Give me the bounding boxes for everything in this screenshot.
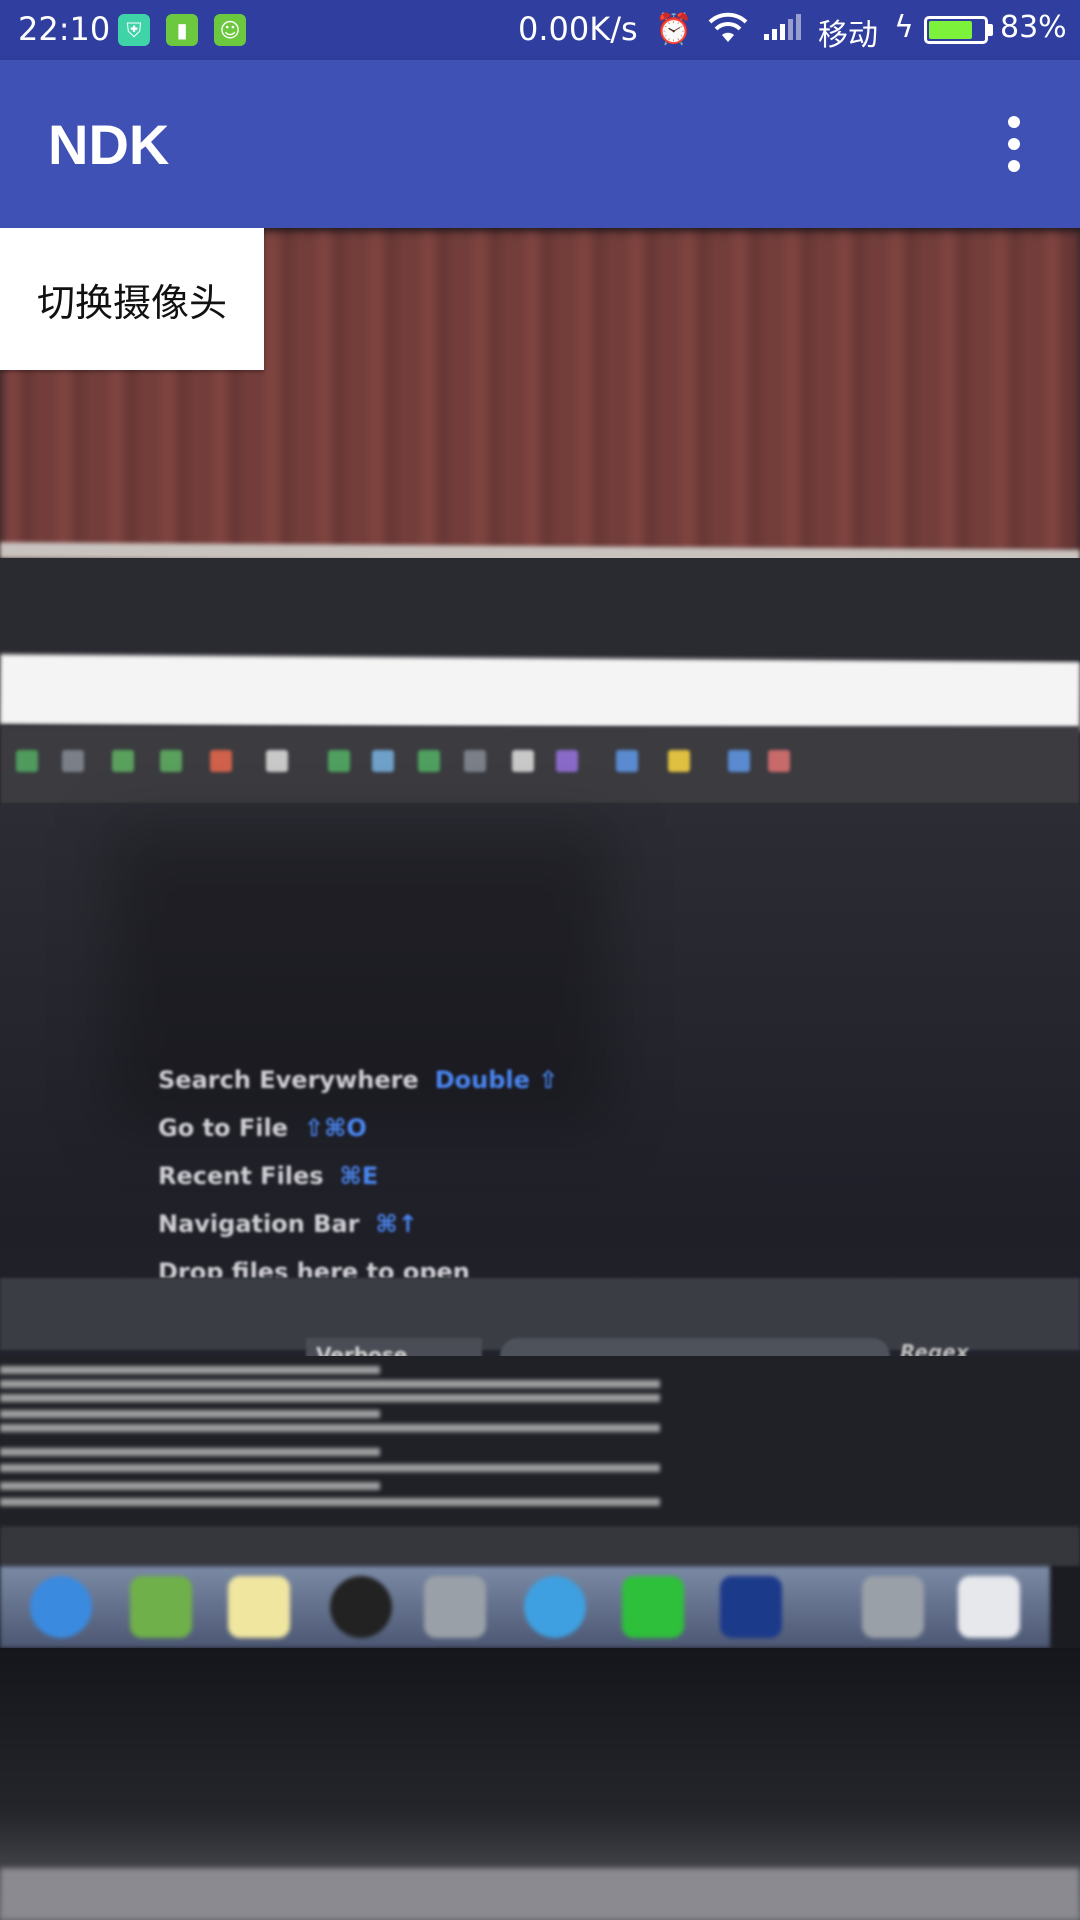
mac-dock bbox=[0, 1566, 1050, 1648]
battery-level bbox=[929, 21, 972, 39]
log-line bbox=[0, 1380, 660, 1388]
log-line bbox=[0, 1394, 660, 1402]
hint-label: Search Everywhere bbox=[158, 1066, 419, 1094]
app-bar: NDK bbox=[0, 60, 1080, 228]
log-line bbox=[0, 1482, 380, 1490]
carrier-label: 移动 bbox=[818, 18, 878, 53]
laptop-edge bbox=[0, 1868, 1080, 1920]
qq-icon bbox=[330, 1576, 392, 1638]
switch-camera-button[interactable]: 切换摄像头 bbox=[0, 228, 264, 370]
signal-icon bbox=[762, 12, 802, 51]
status-time: 22:10 bbox=[18, 10, 111, 48]
hint-shortcut: ⇧⌘O bbox=[303, 1114, 367, 1142]
status-bar: 22:10 ⛨ ▮ ☺ 0.00K/s ⏰ 移动 ϟ 83% bbox=[0, 0, 1080, 60]
battery-app-icon: ▮ bbox=[166, 14, 198, 46]
shield-icon: ⛨ bbox=[118, 14, 150, 46]
ide-toolbar bbox=[0, 726, 1080, 804]
app-icon bbox=[424, 1576, 486, 1638]
more-vert-icon[interactable] bbox=[990, 112, 1038, 176]
network-speed: 0.00K/s bbox=[518, 10, 638, 48]
log-line bbox=[0, 1410, 380, 1418]
hint-row: Drop files here to open bbox=[158, 1248, 558, 1278]
battery-percent: 83% bbox=[1000, 10, 1067, 45]
log-line bbox=[0, 1366, 380, 1374]
battery-tip bbox=[988, 24, 993, 36]
hint-row: Go to File ⇧⌘O bbox=[158, 1104, 558, 1152]
hint-row: Recent Files ⌘E bbox=[158, 1152, 558, 1200]
photoshop-icon bbox=[720, 1576, 782, 1638]
hint-row: Search Everywhere Double ⇧ bbox=[158, 1056, 558, 1104]
camera-preview: Search Everywhere Double ⇧ Go to File ⇧⌘O … bbox=[0, 228, 1080, 1920]
wifi-icon bbox=[708, 12, 748, 53]
app-icon bbox=[862, 1576, 924, 1638]
hint-shortcut: ⌘E bbox=[339, 1162, 379, 1190]
android-studio-icon bbox=[130, 1576, 192, 1638]
android-icon: ☺ bbox=[214, 14, 246, 46]
log-line bbox=[0, 1448, 380, 1456]
hint-row: Navigation Bar ⌘↑ bbox=[158, 1200, 558, 1248]
trash-icon bbox=[958, 1576, 1020, 1638]
notes-icon bbox=[228, 1576, 290, 1638]
log-line bbox=[0, 1464, 660, 1472]
monitor-bezel bbox=[0, 558, 1080, 658]
app-title: NDK bbox=[48, 113, 170, 176]
hint-shortcut: Double ⇧ bbox=[434, 1066, 559, 1094]
log-line bbox=[0, 1498, 660, 1506]
hint-shortcut: ⌘↑ bbox=[375, 1210, 418, 1238]
hint-label: Navigation Bar bbox=[158, 1210, 360, 1238]
ide-menubar bbox=[0, 654, 1080, 732]
log-line bbox=[0, 1424, 660, 1432]
hint-label: Go to File bbox=[158, 1114, 288, 1142]
ide-statusbar bbox=[0, 1526, 1080, 1566]
battery-icon bbox=[924, 16, 988, 44]
alarm-icon: ⏰ bbox=[655, 12, 693, 47]
ide-welcome-hints: Search Everywhere Double ⇧ Go to File ⇧⌘O … bbox=[158, 1056, 558, 1278]
hint-label: Drop files here to open bbox=[158, 1258, 470, 1278]
logcat-output bbox=[0, 1356, 1080, 1526]
charging-icon: ϟ bbox=[894, 10, 914, 45]
hint-label: Recent Files bbox=[158, 1162, 324, 1190]
iqiyi-icon bbox=[622, 1576, 684, 1638]
browser-icon bbox=[524, 1576, 586, 1638]
safari-icon bbox=[30, 1576, 92, 1638]
